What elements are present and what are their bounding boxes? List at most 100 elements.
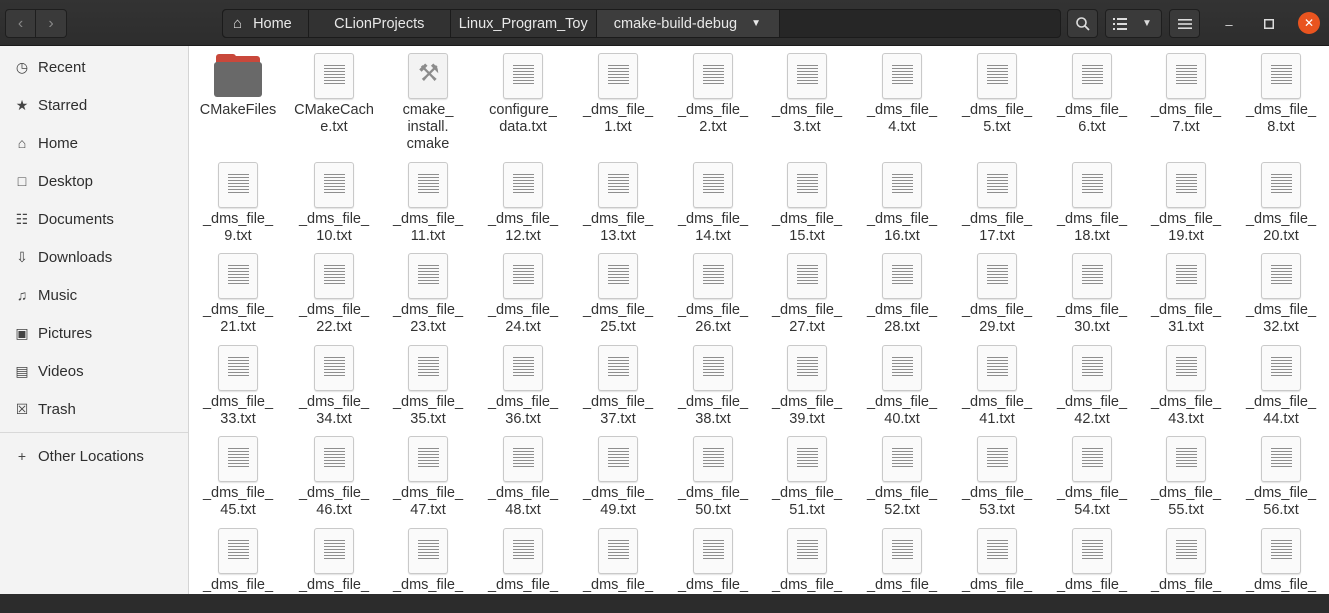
file-item[interactable]: _dms_file_ — [381, 528, 475, 594]
file-name-label: _dms_file_ 44.txt — [1234, 394, 1328, 428]
folder-item[interactable]: CMakeFiles — [191, 53, 285, 119]
file-item[interactable]: _dms_file_ 48.txt — [476, 436, 570, 519]
search-button[interactable] — [1067, 9, 1098, 38]
breadcrumb-home[interactable]: ⌂ Home — [223, 10, 309, 37]
sidebar-item-pictures[interactable]: ▣ Pictures — [0, 314, 188, 352]
file-item[interactable]: _dms_file_ 20.txt — [1234, 162, 1328, 245]
file-item[interactable]: _dms_file_ 33.txt — [191, 345, 285, 428]
view-options-button[interactable]: ▼ — [1133, 9, 1162, 38]
file-item[interactable]: _dms_file_ — [855, 528, 949, 594]
file-item[interactable]: _dms_file_ 6.txt — [1045, 53, 1139, 136]
file-item[interactable]: _dms_file_ 16.txt — [855, 162, 949, 245]
file-item[interactable]: _dms_file_ — [191, 528, 285, 594]
minimize-button[interactable]: – — [1219, 14, 1239, 34]
main-menu-button[interactable] — [1169, 9, 1200, 38]
file-item[interactable]: _dms_file_ 51.txt — [760, 436, 854, 519]
file-item[interactable]: _dms_file_ 24.txt — [476, 253, 570, 336]
file-item[interactable]: _dms_file_ 42.txt — [1045, 345, 1139, 428]
file-item[interactable]: _dms_file_ 50.txt — [666, 436, 760, 519]
file-item[interactable]: ⚒ cmake_ install. cmake — [381, 53, 475, 153]
file-item[interactable]: CMakeCach e.txt — [287, 53, 381, 136]
file-item[interactable]: _dms_file_ 47.txt — [381, 436, 475, 519]
file-item[interactable]: _dms_file_ 1.txt — [571, 53, 665, 136]
file-item[interactable]: _dms_file_ — [476, 528, 570, 594]
file-item[interactable]: _dms_file_ 19.txt — [1139, 162, 1233, 245]
sidebar-item-recent[interactable]: ◷ Recent — [0, 48, 188, 86]
file-item[interactable]: _dms_file_ 40.txt — [855, 345, 949, 428]
breadcrumb-cmake-build-debug[interactable]: cmake-build-debug ▼ — [596, 10, 780, 37]
file-item[interactable]: _dms_file_ 12.txt — [476, 162, 570, 245]
view-list-button[interactable] — [1105, 9, 1134, 38]
file-item[interactable]: _dms_file_ 23.txt — [381, 253, 475, 336]
file-item[interactable]: _dms_file_ 36.txt — [476, 345, 570, 428]
file-item[interactable]: _dms_file_ 29.txt — [950, 253, 1044, 336]
sidebar-item-other-locations[interactable]: + Other Locations — [0, 437, 188, 475]
file-item[interactable]: _dms_file_ 21.txt — [191, 253, 285, 336]
file-item[interactable]: _dms_file_ 37.txt — [571, 345, 665, 428]
breadcrumb-clionprojects[interactable]: CLionProjects — [308, 10, 451, 37]
file-item[interactable]: _dms_file_ 31.txt — [1139, 253, 1233, 336]
file-item[interactable]: _dms_file_ 10.txt — [287, 162, 381, 245]
forward-button[interactable]: › — [36, 9, 67, 38]
sidebar-item-home[interactable]: ⌂ Home — [0, 124, 188, 162]
file-item[interactable]: _dms_file_ 45.txt — [191, 436, 285, 519]
file-item[interactable]: _dms_file_ 55.txt — [1139, 436, 1233, 519]
file-item[interactable]: _dms_file_ 56.txt — [1234, 436, 1328, 519]
file-item[interactable]: configure_ data.txt — [476, 53, 570, 136]
file-item[interactable]: _dms_file_ 52.txt — [855, 436, 949, 519]
file-item[interactable]: _dms_file_ — [950, 528, 1044, 594]
file-item[interactable]: _dms_file_ — [760, 528, 854, 594]
file-item[interactable]: _dms_file_ 39.txt — [760, 345, 854, 428]
file-item[interactable]: _dms_file_ — [1045, 528, 1139, 594]
file-item[interactable]: _dms_file_ 3.txt — [760, 53, 854, 136]
sidebar-item-starred[interactable]: ★ Starred — [0, 86, 188, 124]
file-item[interactable]: _dms_file_ — [1139, 528, 1233, 594]
maximize-button[interactable] — [1259, 14, 1279, 34]
file-item[interactable]: _dms_file_ 28.txt — [855, 253, 949, 336]
file-item[interactable]: _dms_file_ 38.txt — [666, 345, 760, 428]
file-item[interactable]: _dms_file_ 54.txt — [1045, 436, 1139, 519]
sidebar-item-documents[interactable]: ☷ Documents — [0, 200, 188, 238]
file-item[interactable]: _dms_file_ — [287, 528, 381, 594]
file-item[interactable]: _dms_file_ 14.txt — [666, 162, 760, 245]
file-item[interactable]: _dms_file_ 49.txt — [571, 436, 665, 519]
file-name-label: _dms_file_ 47.txt — [381, 485, 475, 519]
file-item[interactable]: _dms_file_ — [571, 528, 665, 594]
file-item[interactable]: _dms_file_ 25.txt — [571, 253, 665, 336]
file-item[interactable]: _dms_file_ 8.txt — [1234, 53, 1328, 136]
file-item[interactable]: _dms_file_ — [666, 528, 760, 594]
file-item[interactable]: _dms_file_ 27.txt — [760, 253, 854, 336]
file-item[interactable]: _dms_file_ 46.txt — [287, 436, 381, 519]
file-item[interactable]: _dms_file_ 44.txt — [1234, 345, 1328, 428]
sidebar-item-desktop[interactable]: □ Desktop — [0, 162, 188, 200]
sidebar-item-music[interactable]: ♫ Music — [0, 276, 188, 314]
breadcrumb-linux-program-toy[interactable]: Linux_Program_Toy — [450, 10, 597, 37]
file-name-line: 14.txt — [695, 228, 731, 244]
sidebar-item-downloads[interactable]: ⇩ Downloads — [0, 238, 188, 276]
file-item[interactable]: _dms_file_ 53.txt — [950, 436, 1044, 519]
file-item[interactable]: _dms_file_ 34.txt — [287, 345, 381, 428]
file-item[interactable]: _dms_file_ 32.txt — [1234, 253, 1328, 336]
file-item[interactable]: _dms_file_ 22.txt — [287, 253, 381, 336]
file-item[interactable]: _dms_file_ 11.txt — [381, 162, 475, 245]
file-item[interactable]: _dms_file_ 15.txt — [760, 162, 854, 245]
file-item[interactable]: _dms_file_ 13.txt — [571, 162, 665, 245]
file-item[interactable]: _dms_file_ 43.txt — [1139, 345, 1233, 428]
file-item[interactable]: _dms_file_ 17.txt — [950, 162, 1044, 245]
file-item[interactable]: _dms_file_ 4.txt — [855, 53, 949, 136]
file-item[interactable]: _dms_file_ 9.txt — [191, 162, 285, 245]
back-button[interactable]: ‹ — [5, 9, 36, 38]
file-item[interactable]: _dms_file_ 30.txt — [1045, 253, 1139, 336]
file-item[interactable]: _dms_file_ 5.txt — [950, 53, 1044, 136]
file-item[interactable]: _dms_file_ — [1234, 528, 1328, 594]
file-item[interactable]: _dms_file_ 35.txt — [381, 345, 475, 428]
file-item[interactable]: _dms_file_ 18.txt — [1045, 162, 1139, 245]
file-item[interactable]: _dms_file_ 26.txt — [666, 253, 760, 336]
file-item[interactable]: _dms_file_ 7.txt — [1139, 53, 1233, 136]
file-item[interactable]: _dms_file_ 41.txt — [950, 345, 1044, 428]
sidebar-item-trash[interactable]: ☒ Trash — [0, 390, 188, 428]
close-button[interactable]: ✕ — [1298, 12, 1320, 34]
file-item[interactable]: _dms_file_ 2.txt — [666, 53, 760, 136]
sidebar-item-videos[interactable]: ▤ Videos — [0, 352, 188, 390]
file-name-label: _dms_file_ — [191, 577, 285, 594]
